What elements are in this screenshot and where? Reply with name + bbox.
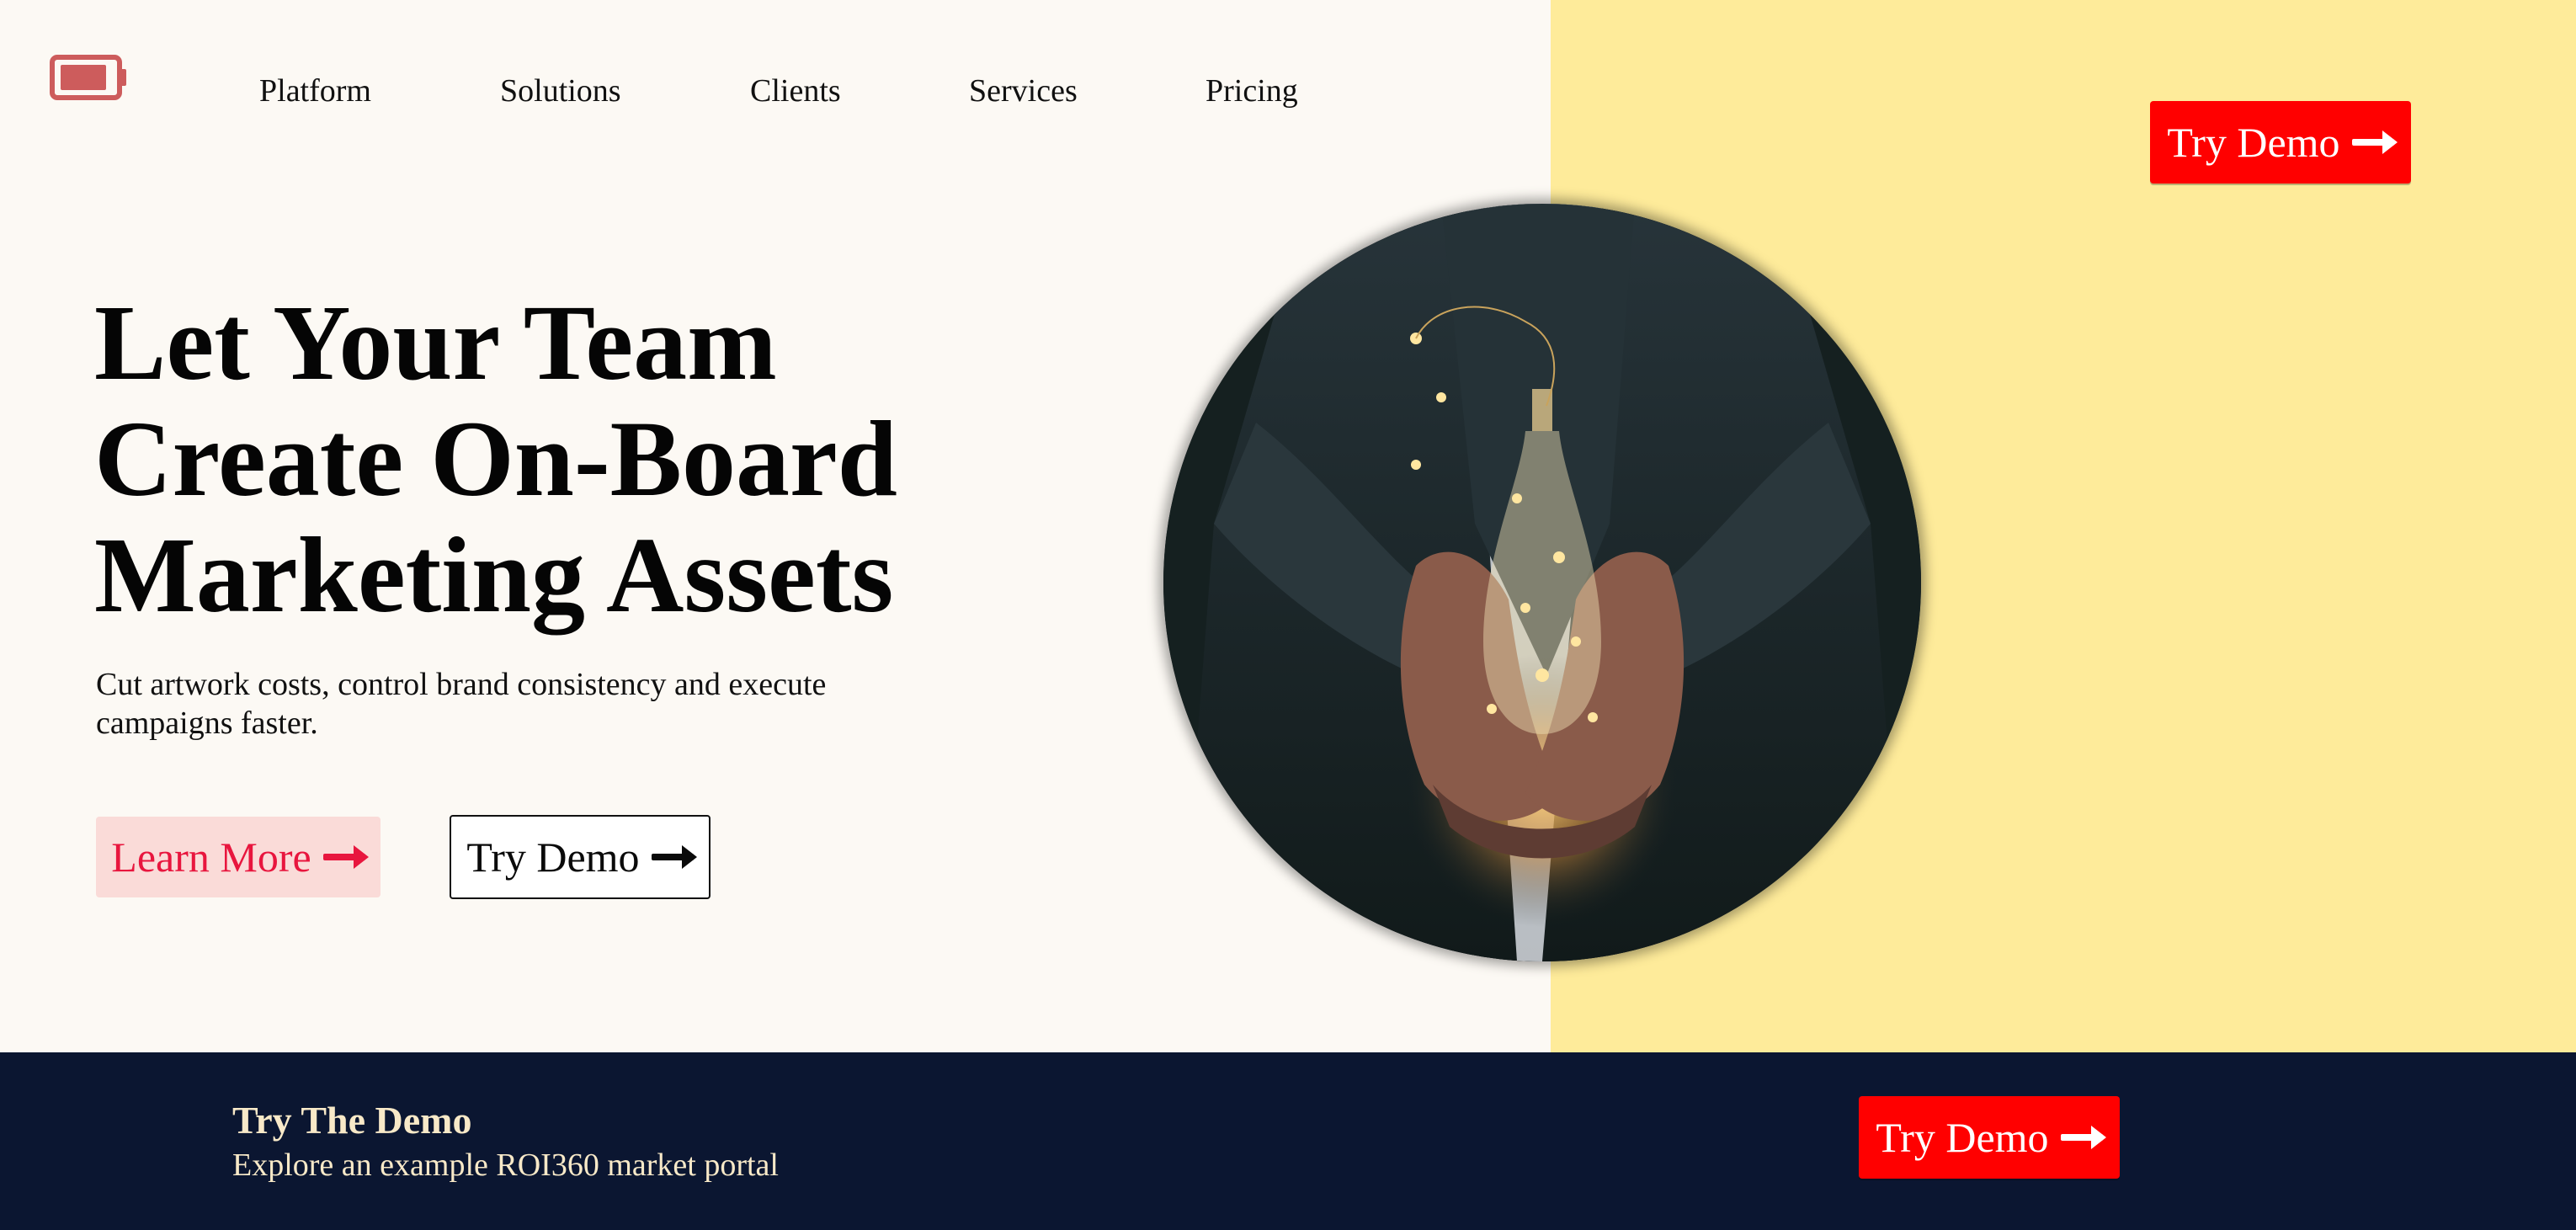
nav-item-clients[interactable]: Clients (750, 72, 841, 109)
arrow-right-icon (322, 845, 369, 869)
header-try-demo-button[interactable]: Try Demo (2150, 101, 2411, 184)
header-try-demo-label: Try Demo (2167, 119, 2340, 166)
hero-headline-line-2: Create On-Board (94, 399, 897, 519)
hero-headline-line-1: Let Your Team (94, 283, 777, 402)
hero-try-demo-label: Try Demo (466, 833, 640, 881)
demo-banner-description: Explore an example ROI360 market portal (232, 1147, 779, 1183)
demo-banner-title: Try The Demo (232, 1099, 472, 1142)
nav-item-platform[interactable]: Platform (259, 72, 371, 109)
nav-item-services[interactable]: Services (969, 72, 1078, 109)
arrow-right-icon (2351, 130, 2398, 154)
learn-more-button[interactable]: Learn More (96, 817, 381, 897)
battery-icon[interactable] (49, 54, 130, 101)
hero-try-demo-button[interactable]: Try Demo (450, 815, 711, 899)
lightbulb-in-hands-photo (1163, 204, 1921, 961)
arrow-right-icon (2060, 1126, 2106, 1149)
hero-image (1163, 204, 1921, 961)
nav-item-pricing[interactable]: Pricing (1206, 72, 1298, 109)
arrow-right-icon (651, 845, 697, 869)
banner-try-demo-label: Try Demo (1876, 1114, 2049, 1161)
landing-page: Platform Solutions Clients Services Pric… (0, 0, 2576, 1230)
banner-try-demo-button[interactable]: Try Demo (1859, 1096, 2120, 1179)
hero-headline: Let Your Team Create On-Board Marketing … (94, 285, 1020, 633)
nav-item-solutions[interactable]: Solutions (500, 72, 621, 109)
learn-more-label: Learn More (111, 833, 311, 881)
hero-subtext: Cut artwork costs, control brand consist… (96, 667, 827, 741)
hero-headline-line-3: Marketing Assets (94, 515, 894, 635)
